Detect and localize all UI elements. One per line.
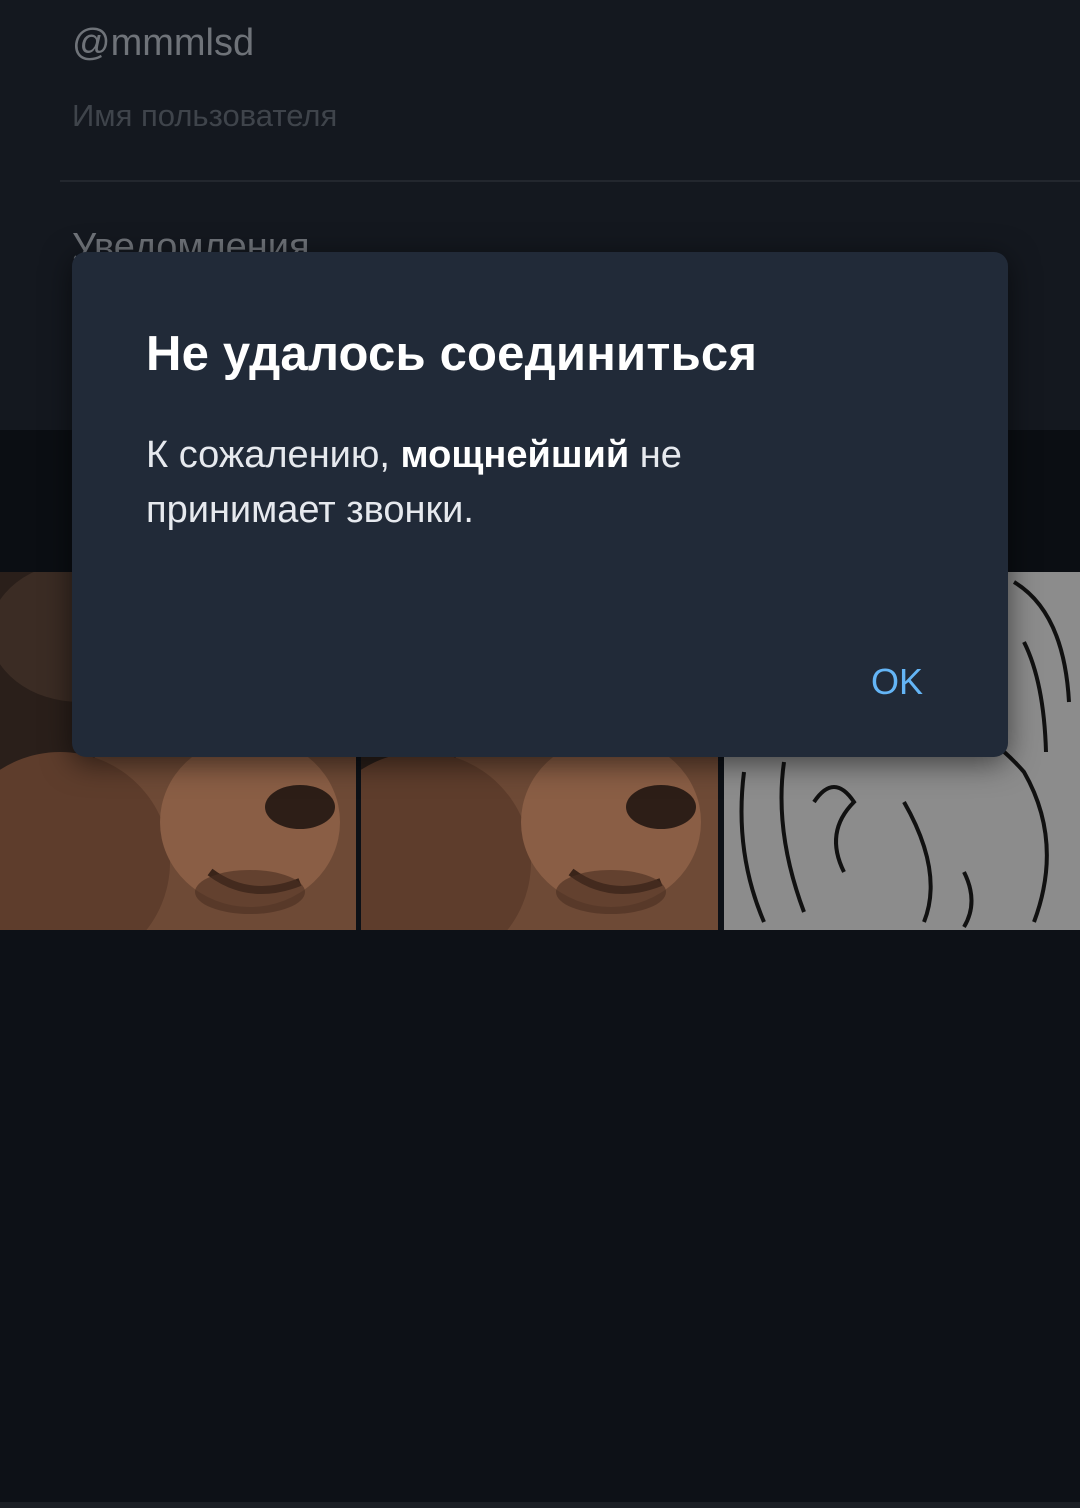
- dialog-message: К сожалению, мощнейший не принимает звонк…: [146, 428, 926, 538]
- dialog-title: Не удалось соединиться: [146, 327, 758, 381]
- message-prefix: К сожалению,: [146, 434, 401, 476]
- connection-failed-dialog: Не удалось соединиться К сожалению, мощн…: [72, 252, 1008, 757]
- divider: [60, 180, 1080, 182]
- username-value[interactable]: @mmmlsd: [72, 22, 254, 65]
- message-contact-name: мощнейший: [400, 434, 630, 476]
- ok-button[interactable]: OK: [842, 652, 952, 712]
- grid-bottom-bar: [0, 1502, 1080, 1508]
- message-suffix-2: принимает звонки.: [146, 489, 474, 531]
- username-caption: Имя пользователя: [72, 98, 338, 133]
- message-suffix-1: не: [629, 434, 682, 476]
